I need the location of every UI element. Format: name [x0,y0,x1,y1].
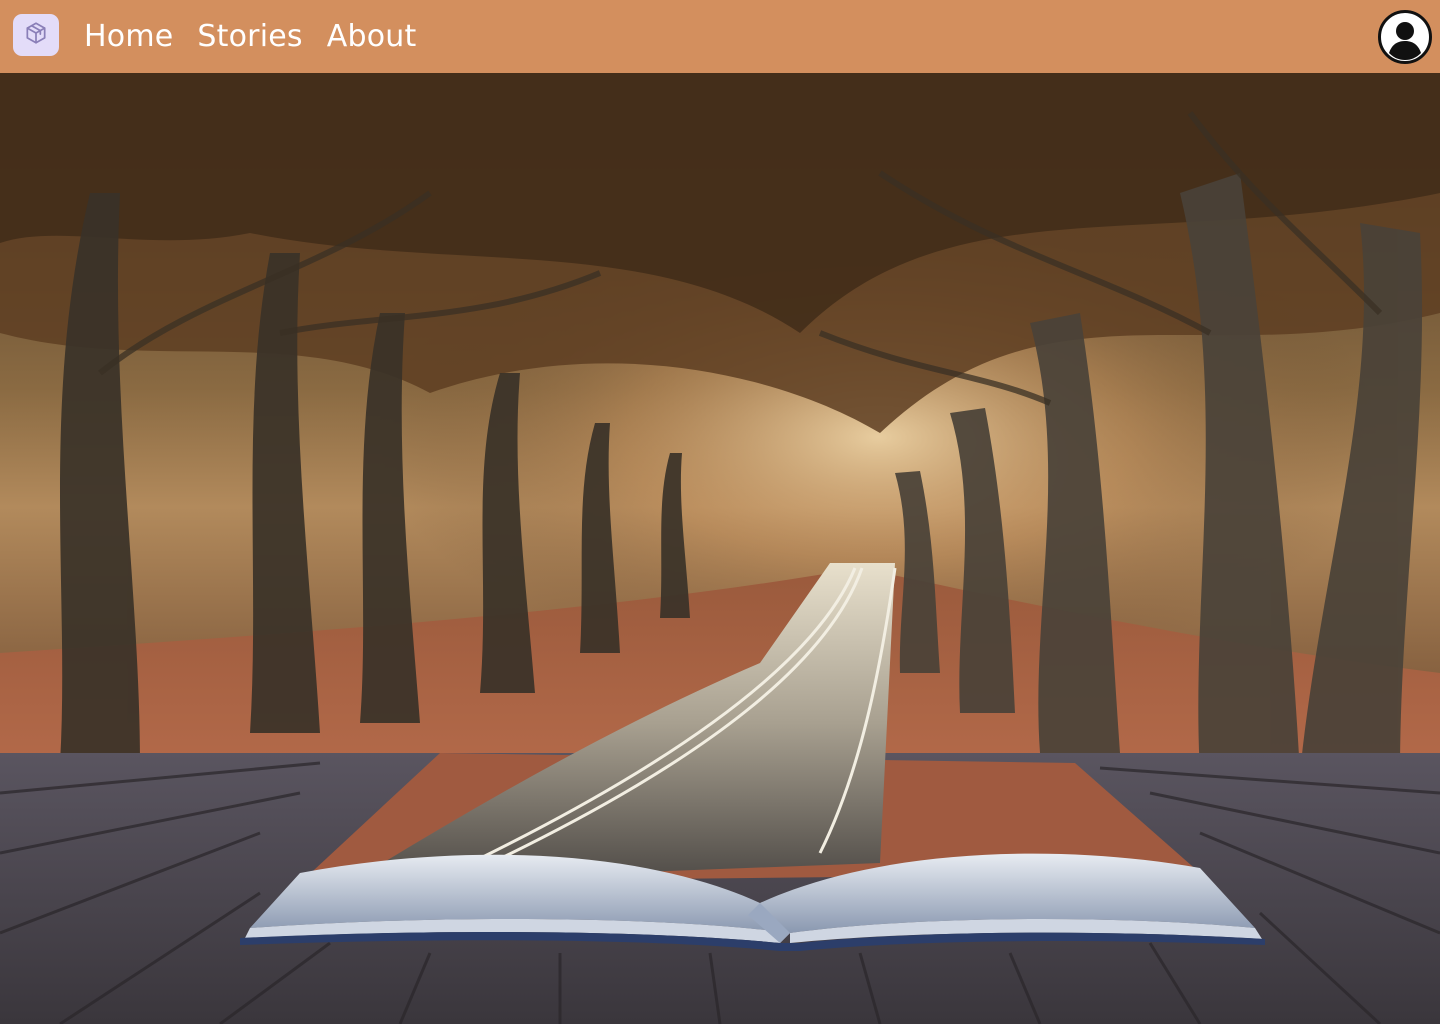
cube-icon [23,20,49,51]
main-nav: Home Stories About [84,0,440,73]
nav-link-stories[interactable]: Stories [197,19,302,54]
user-circle-icon [1378,10,1432,68]
nav-link-about[interactable]: About [327,19,417,54]
top-navbar: Home Stories About [0,0,1440,73]
hero-image [0,73,1440,1024]
nav-link-home[interactable]: Home [84,19,173,54]
profile-button[interactable] [1378,10,1432,64]
logo-button[interactable] [13,14,59,56]
